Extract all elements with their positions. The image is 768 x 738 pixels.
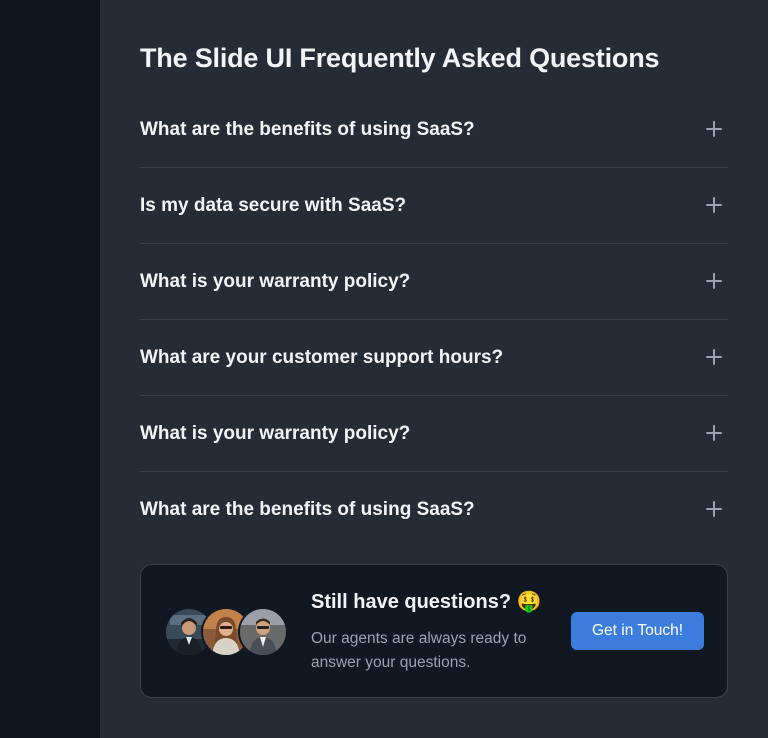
faq-question: What are your customer support hours? [140, 347, 504, 368]
plus-icon[interactable] [706, 425, 722, 441]
plus-icon[interactable] [706, 197, 722, 213]
plus-icon[interactable] [706, 349, 722, 365]
faq-item[interactable]: What are the benefits of using SaaS? [140, 472, 728, 548]
faq-item[interactable]: Is my data secure with SaaS? [140, 168, 728, 244]
faq-item[interactable]: What is your warranty policy? [140, 244, 728, 320]
faq-item[interactable]: What are the benefits of using SaaS? [140, 92, 728, 168]
contact-card: Still have questions? 🤑 Our agents are a… [140, 564, 728, 698]
faq-question: Is my data secure with SaaS? [140, 195, 407, 216]
get-in-touch-button[interactable]: Get in Touch! [571, 612, 704, 650]
agent-avatar-group [164, 607, 288, 657]
faq-question: What are the benefits of using SaaS? [140, 499, 475, 520]
faq-list: What are the benefits of using SaaS? Is … [140, 92, 728, 548]
faq-question: What is your warranty policy? [140, 271, 411, 292]
left-rail [0, 0, 100, 738]
faq-section: The Slide UI Frequently Asked Questions … [100, 0, 768, 738]
faq-question: What is your warranty policy? [140, 423, 411, 444]
contact-description: Our agents are always ready to answer yo… [311, 630, 527, 671]
faq-item[interactable]: What is your warranty policy? [140, 396, 728, 472]
plus-icon[interactable] [706, 273, 722, 289]
faq-title: The Slide UI Frequently Asked Questions [140, 43, 660, 73]
faq-question: What are the benefits of using SaaS? [140, 119, 475, 140]
agent-avatar-3 [238, 607, 288, 657]
plus-icon[interactable] [706, 121, 722, 137]
contact-title: Still have questions? 🤑 [311, 591, 542, 613]
plus-icon[interactable] [706, 501, 722, 517]
faq-item[interactable]: What are your customer support hours? [140, 320, 728, 396]
